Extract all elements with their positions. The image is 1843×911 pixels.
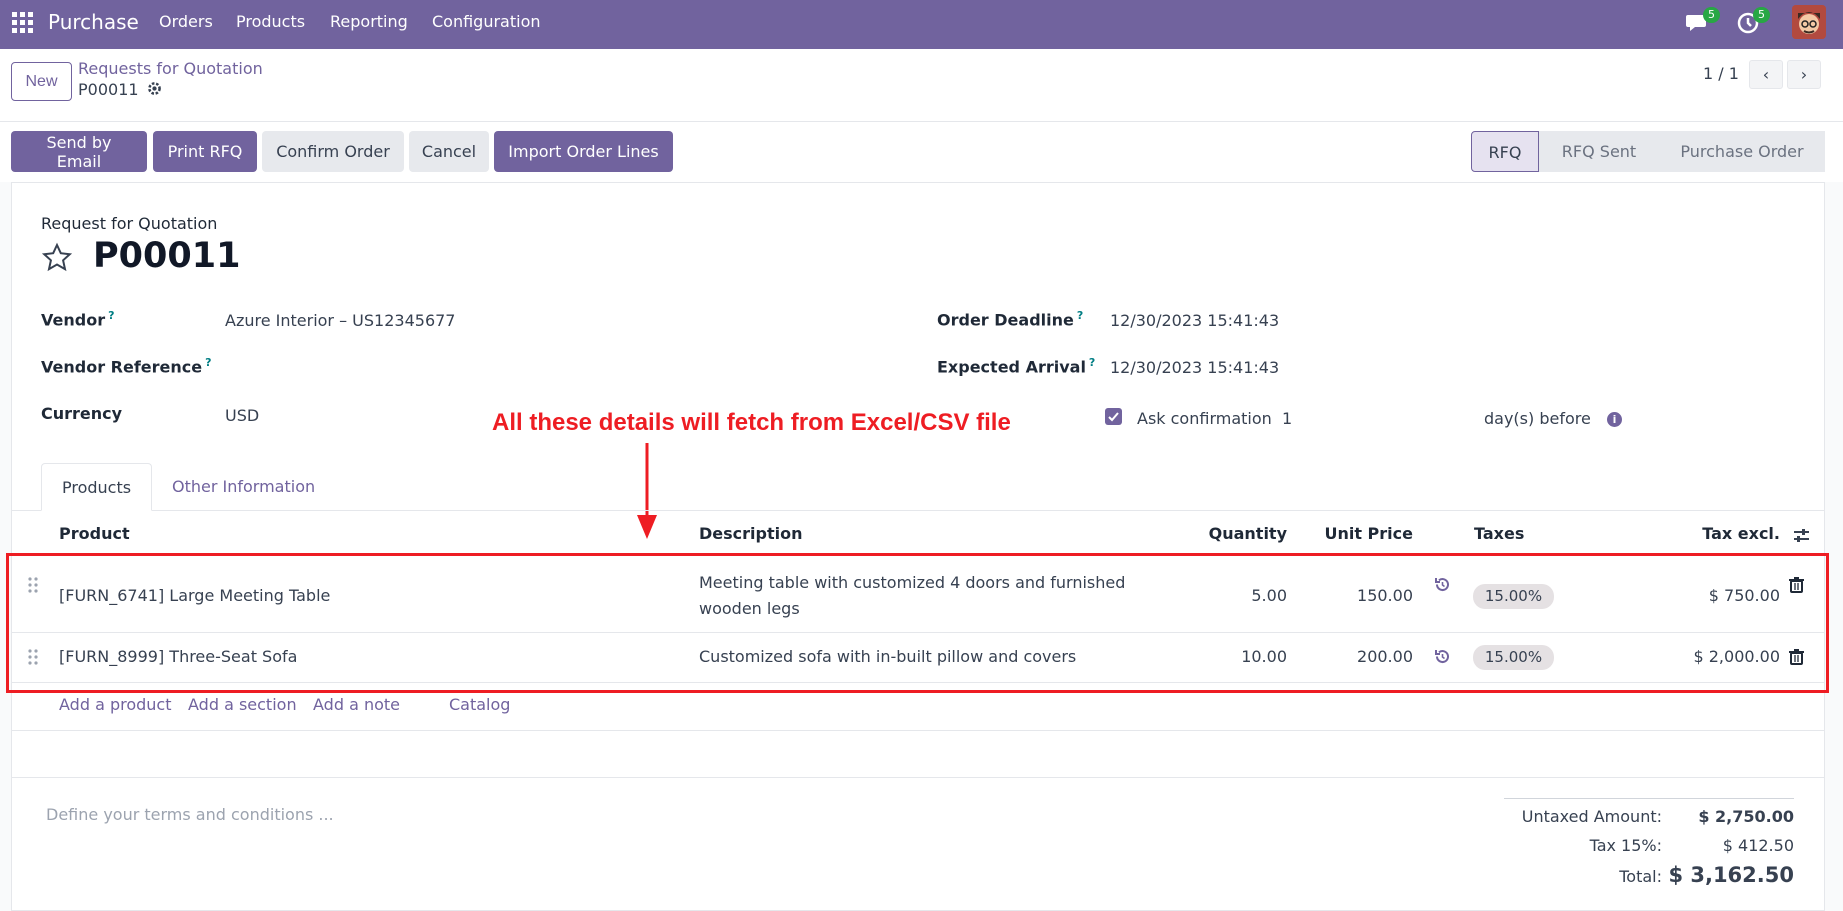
record-subtitle: Request for Quotation <box>41 214 218 233</box>
ask-confirmation-checkbox[interactable] <box>1105 408 1122 425</box>
untaxed-value: $ 2,750.00 <box>1698 807 1794 826</box>
action-bar: Send by Email Print RFQ Confirm Order Ca… <box>0 122 1843 182</box>
tax-value: $ 412.50 <box>1722 836 1794 855</box>
untaxed-label: Untaxed Amount: <box>1521 807 1662 826</box>
tab-other-information[interactable]: Other Information <box>152 463 335 511</box>
confirm-order-button[interactable]: Confirm Order <box>262 131 404 172</box>
column-product[interactable]: Product <box>59 524 130 543</box>
new-button[interactable]: New <box>11 62 72 101</box>
tax-label: Tax 15%: <box>1589 836 1662 855</box>
menu-reporting[interactable]: Reporting <box>330 12 408 31</box>
messages-badge: 5 <box>1703 7 1720 23</box>
column-quantity[interactable]: Quantity <box>1187 524 1287 543</box>
add-section-link[interactable]: Add a section <box>188 695 297 714</box>
currency-field[interactable]: USD <box>225 406 259 425</box>
menu-orders[interactable]: Orders <box>159 12 213 31</box>
control-panel: New Requests for Quotation P00011 1 / 1 … <box>0 49 1843 122</box>
catalog-link[interactable]: Catalog <box>449 695 510 714</box>
stage-rfq[interactable]: RFQ <box>1471 131 1539 172</box>
column-unit-price[interactable]: Unit Price <box>1313 524 1413 543</box>
statusbar: RFQ RFQ Sent Purchase Order <box>1471 131 1825 172</box>
order-deadline-label: Order Deadline? <box>937 309 1084 330</box>
pager-value[interactable]: 1 / 1 <box>1703 64 1739 83</box>
totals-divider <box>1504 798 1794 799</box>
notes-divider <box>11 777 1825 778</box>
help-icon[interactable]: ? <box>1077 309 1083 322</box>
ask-confirmation-days[interactable]: 1 <box>1282 409 1292 428</box>
optional-columns-icon[interactable] <box>1793 527 1810 544</box>
print-rfq-button[interactable]: Print RFQ <box>153 131 257 172</box>
expected-arrival-field[interactable]: 12/30/2023 15:41:43 <box>1110 358 1279 377</box>
column-description[interactable]: Description <box>699 524 802 543</box>
stage-rfq-sent[interactable]: RFQ Sent <box>1539 131 1659 172</box>
checkmark-icon <box>1108 412 1119 422</box>
annotation-highlight-box <box>6 553 1829 693</box>
expected-arrival-label: Expected Arrival? <box>937 356 1096 377</box>
days-before-label: day(s) before <box>1484 409 1591 428</box>
app-name[interactable]: Purchase <box>48 10 139 34</box>
cancel-button[interactable]: Cancel <box>409 131 489 172</box>
chevron-left-icon[interactable]: ‹ <box>1749 60 1783 89</box>
notebook-tabs: Products Other Information <box>11 463 1825 511</box>
add-product-link[interactable]: Add a product <box>59 695 172 714</box>
breadcrumb-current: P00011 <box>78 80 139 99</box>
menu-products[interactable]: Products <box>236 12 305 31</box>
currency-label: Currency <box>41 404 123 423</box>
terms-input[interactable]: Define your terms and conditions ... <box>46 805 334 824</box>
gear-icon[interactable] <box>146 80 163 97</box>
vendor-reference-field[interactable] <box>225 358 645 378</box>
form-sheet <box>11 182 1825 911</box>
top-navbar: Purchase Orders Products Reporting Confi… <box>0 0 1843 49</box>
annotation-text: All these details will fetch from Excel/… <box>492 409 1011 436</box>
total-value: $ 3,162.50 <box>1668 863 1794 887</box>
star-icon[interactable] <box>41 242 73 274</box>
table-footer-divider <box>11 730 1825 731</box>
column-tax-excl[interactable]: Tax excl. <box>1680 524 1780 543</box>
record-title: P00011 <box>93 236 241 276</box>
vendor-reference-label: Vendor Reference? <box>41 356 212 377</box>
vendor-field[interactable]: Azure Interior – US12345677 <box>225 311 455 330</box>
column-taxes[interactable]: Taxes <box>1474 524 1524 543</box>
breadcrumb-parent[interactable]: Requests for Quotation <box>78 59 263 78</box>
info-icon[interactable]: i <box>1607 412 1622 427</box>
ask-confirmation-label: Ask confirmation <box>1137 409 1272 428</box>
avatar[interactable] <box>1792 5 1826 39</box>
help-icon[interactable]: ? <box>1089 356 1095 369</box>
tab-products[interactable]: Products <box>41 463 153 511</box>
vendor-label: Vendor? <box>41 309 115 330</box>
order-deadline-field[interactable]: 12/30/2023 15:41:43 <box>1110 311 1279 330</box>
import-order-lines-button[interactable]: Import Order Lines <box>494 131 673 172</box>
apps-grid-icon[interactable] <box>12 12 33 33</box>
activities-badge: 5 <box>1753 7 1770 23</box>
chevron-right-icon[interactable]: › <box>1787 60 1821 89</box>
send-by-email-button[interactable]: Send by Email <box>11 131 147 172</box>
add-note-link[interactable]: Add a note <box>313 695 400 714</box>
total-label: Total: <box>1619 867 1662 886</box>
help-icon[interactable]: ? <box>205 356 211 369</box>
stage-purchase-order[interactable]: Purchase Order <box>1659 131 1825 172</box>
help-icon[interactable]: ? <box>108 309 114 322</box>
menu-configuration[interactable]: Configuration <box>432 12 541 31</box>
